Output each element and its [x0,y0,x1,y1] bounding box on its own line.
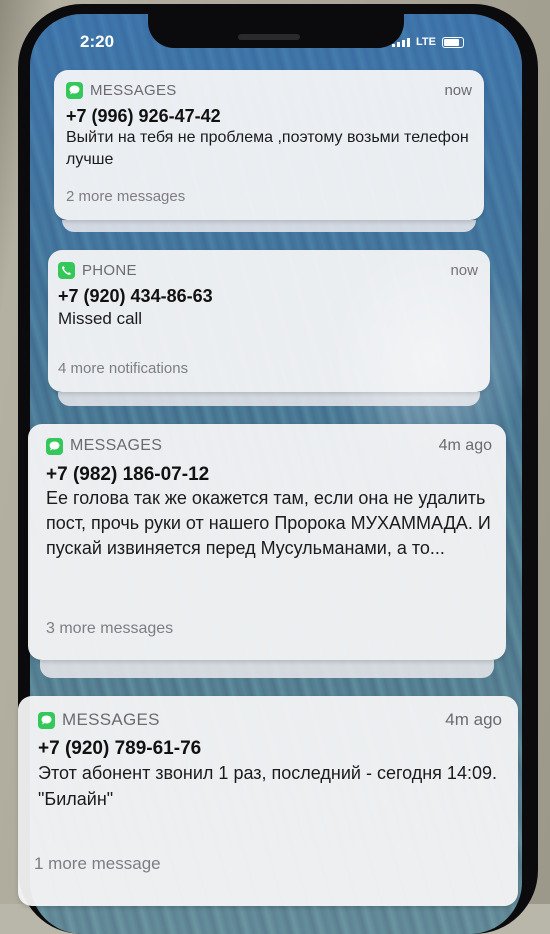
status-indicators: LTE [392,36,464,48]
notification-body: Выйти на тебя не проблема ,поэтому возьм… [66,129,469,168]
notification-header: PHONE now [58,258,478,282]
notification-card[interactable]: PHONE now +7 (920) 434-86-63 Missed call… [48,250,490,392]
notification-app: MESSAGES [46,437,162,455]
battery-icon [441,36,464,48]
network-type-label: LTE [416,36,436,48]
notification-time: now [450,261,478,279]
messages-bubble-icon [66,81,83,99]
notification-stack-edge [40,660,494,678]
notification-more-count: 3 more messages [46,620,174,637]
notification-stack-edge [58,392,480,406]
notification-time: 4m ago [438,437,492,454]
notification-app-name: PHONE [82,261,137,279]
notification-more-count: 4 more notifications [58,360,189,377]
messages-bubble-icon [46,437,63,455]
notification-header: MESSAGES 4m ago [46,434,492,458]
signal-strength-icon [392,37,410,47]
notification-sender: +7 (982) 186-07-12 [46,464,210,485]
notification-app: MESSAGES [66,81,177,99]
notification-app-name: MESSAGES [90,81,177,99]
notification-app: MESSAGES [38,710,160,730]
notification-time: 4m ago [445,710,502,729]
notification-more-count: 1 more message [34,854,161,873]
notification-time: now [444,81,472,99]
messages-bubble-icon [38,711,55,729]
notification-body: Ее голова так же окажется там, если она … [46,488,491,558]
notification-app-name: MESSAGES [62,710,160,729]
phone-handset-icon [58,261,75,279]
notch [148,14,404,48]
notification-app: PHONE [58,261,137,279]
notification-card[interactable]: MESSAGES now +7 (996) 926-47-42 Выйти на… [54,70,484,220]
notification-app-name: MESSAGES [70,437,163,454]
notification-body: Missed call [58,309,143,328]
earpiece-speaker [238,34,300,40]
notification-card[interactable]: MESSAGES 4m ago +7 (920) 789-61-76 Этот … [18,696,518,906]
notification-sender: +7 (920) 789-61-76 [38,738,202,759]
notification-card[interactable]: MESSAGES 4m ago +7 (982) 186-07-12 Ее го… [28,424,506,660]
status-time: 2:20 [80,32,115,51]
notification-header: MESSAGES now [66,78,472,102]
notification-sender: +7 (996) 926-47-42 [66,106,221,126]
notification-more-count: 2 more messages [66,188,186,205]
notification-stack-edge [62,220,476,232]
notification-body: Этот абонент звонил 1 раз, последний - с… [38,763,497,809]
notification-sender: +7 (920) 434-86-63 [58,286,213,306]
notification-header: MESSAGES 4m ago [38,708,502,732]
